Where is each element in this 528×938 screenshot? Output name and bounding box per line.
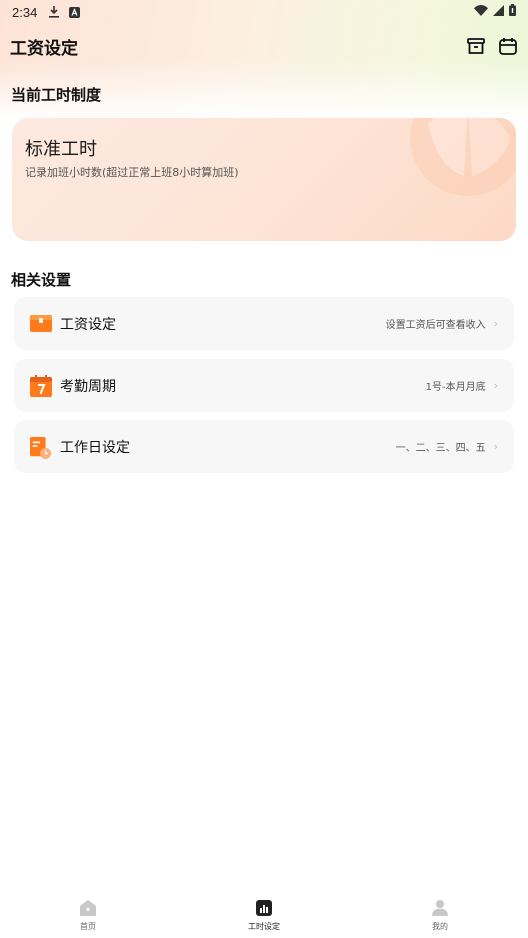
bottom-nav: 首页 工时设定 我的 [0, 890, 528, 938]
status-time: 2:34 [12, 4, 38, 20]
current-system-title: 当前工时制度 [11, 86, 102, 104]
row-label: 考勤周期 [60, 378, 116, 395]
row-label: 工资设定 [60, 316, 116, 333]
row-value: 设置工资后可查看收入 [385, 320, 486, 331]
row-value: 一、二、三、四、五 [395, 443, 486, 454]
home-icon [79, 899, 97, 917]
status-bar: 2:34 [0, 0, 528, 24]
row-label: 工作日设定 [60, 439, 130, 456]
leaf-decoration [410, 118, 516, 196]
workday-setting-row[interactable]: 工作日设定 一、二、三、四、五 › [14, 420, 514, 473]
tab-home[interactable]: 首页 [0, 890, 176, 938]
card-description: 记录加班小时数(超过正常上班8小时算加班) [25, 166, 239, 179]
wifi-icon [474, 4, 488, 20]
salary-setting-row[interactable]: 工资设定 设置工资后可查看收入 › [14, 297, 514, 350]
calendar-icon [30, 374, 52, 397]
user-icon [431, 899, 449, 917]
chart-icon [255, 899, 273, 917]
tab-work-hours[interactable]: 工时设定 [176, 890, 352, 938]
related-settings-title: 相关设置 [11, 271, 72, 289]
workday-icon [30, 436, 52, 459]
tab-label: 首页 [80, 922, 96, 931]
battery-icon [509, 4, 516, 20]
chevron-right-icon: › [493, 317, 498, 330]
signal-icon [493, 4, 504, 20]
archive-icon[interactable] [466, 36, 486, 56]
notification-a-icon [69, 6, 81, 18]
attendance-cycle-row[interactable]: 考勤周期 1号-本月月底 › [14, 359, 514, 412]
chevron-right-icon: › [493, 379, 498, 392]
tab-label: 我的 [432, 922, 448, 931]
row-value: 1号-本月月底 [425, 382, 486, 393]
wallet-icon [30, 313, 52, 335]
tab-mine[interactable]: 我的 [352, 890, 528, 938]
download-icon [49, 6, 60, 18]
calendar-top-icon[interactable] [498, 36, 518, 56]
app-bar: 工资设定 [0, 30, 528, 62]
page-title: 工资设定 [10, 38, 78, 59]
standard-hours-card[interactable]: 标准工时 记录加班小时数(超过正常上班8小时算加班) [12, 118, 516, 241]
card-title: 标准工时 [25, 139, 97, 160]
tab-label: 工时设定 [248, 922, 280, 931]
chevron-right-icon: › [493, 440, 498, 453]
